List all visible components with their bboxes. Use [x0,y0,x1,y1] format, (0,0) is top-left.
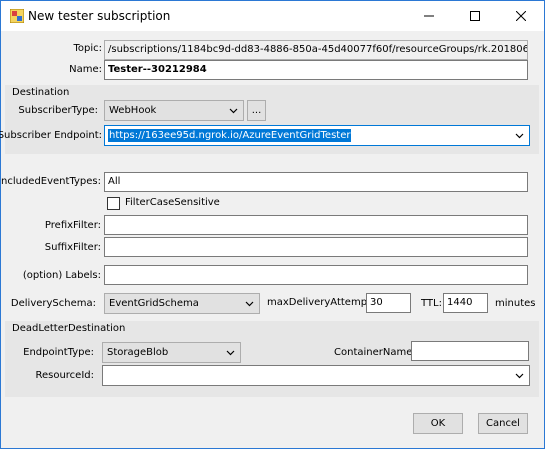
window-title: New tester subscription [28,9,171,23]
ttl-value: 1440 [447,297,473,308]
close-icon [516,11,526,21]
subscriber-endpoint-input[interactable]: https://163ee95d.ngrok.io/AzureEventGrid… [104,125,530,146]
container-name-input[interactable] [411,341,529,361]
container-name-label: ContainerName: [334,347,416,358]
chevron-down-icon[interactable] [515,371,524,380]
max-delivery-attempts-value: 30 [370,297,383,308]
included-event-types-input[interactable]: All [104,172,528,192]
topic-label: Topic: [73,43,102,54]
filter-case-sensitive-checkbox[interactable] [107,197,120,210]
prefix-filter-label: PrefixFilter: [44,220,101,231]
filter-case-sensitive-label[interactable]: FilterCaseSensitive [125,197,220,208]
subscriber-endpoint-value: https://163ee95d.ngrok.io/AzureEventGrid… [108,129,352,142]
endpoint-type-dropdown[interactable]: StorageBlob [102,342,241,363]
resource-id-input[interactable] [102,365,530,386]
maximize-icon [470,11,480,21]
suffix-filter-input[interactable] [104,237,528,257]
topic-field[interactable]: /subscriptions/1184bc9d-dd83-4886-850a-4… [104,40,528,60]
labels-label: (option) Labels: [22,270,101,281]
browse-button[interactable]: ... [247,100,266,121]
minimize-button[interactable] [406,1,452,31]
subscriber-type-dropdown[interactable]: WebHook [104,100,244,121]
included-event-types-value: All [108,176,121,187]
delivery-schema-value: EventGridSchema [109,298,199,309]
dead-letter-group-title: DeadLetterDestination [12,323,126,334]
ttl-unit-label: minutes [495,298,536,309]
endpoint-type-value: StorageBlob [107,347,169,358]
labels-input[interactable] [104,265,528,285]
name-label: Name: [69,64,102,75]
destination-group-title: Destination [12,87,70,98]
delivery-schema-dropdown[interactable]: EventGridSchema [104,293,260,314]
subscriber-endpoint-label: Subscriber Endpoint: [0,130,102,141]
maximize-button[interactable] [452,1,498,31]
ttl-input[interactable]: 1440 [443,293,488,313]
endpoint-type-label: EndpointType: [23,347,94,358]
name-field[interactable]: Tester--30212984 [104,60,528,80]
chevron-down-icon[interactable] [515,131,524,140]
topic-value: /subscriptions/1184bc9d-dd83-4886-850a-4… [108,44,528,55]
prefix-filter-input[interactable] [104,215,528,235]
close-button[interactable] [498,1,544,31]
ok-button[interactable]: OK [413,413,463,434]
dialog-window: New tester subscription Topic: /subscrip… [0,0,545,449]
suffix-filter-label: SuffixFilter: [44,242,101,253]
max-delivery-attempts-input[interactable]: 30 [366,293,411,313]
cancel-button[interactable]: Cancel [478,413,528,434]
minimize-icon [424,15,434,17]
delivery-schema-label: DeliverySchema: [10,298,96,309]
chevron-down-icon [229,108,238,114]
included-event-types-label: IncludedEventTypes: [0,176,101,187]
subscriber-type-label: SubscriberType: [18,105,98,116]
title-bar[interactable]: New tester subscription [1,1,544,31]
name-value: Tester--30212984 [108,64,207,75]
resource-id-label: ResourceId: [35,370,94,381]
subscriber-type-value: WebHook [109,105,157,116]
chevron-down-icon [226,350,235,356]
ttl-label: TTL: [421,298,442,309]
max-delivery-attempts-label: maxDeliveryAttempts: [267,297,380,308]
app-icon [9,8,25,24]
chevron-down-icon [245,301,254,307]
